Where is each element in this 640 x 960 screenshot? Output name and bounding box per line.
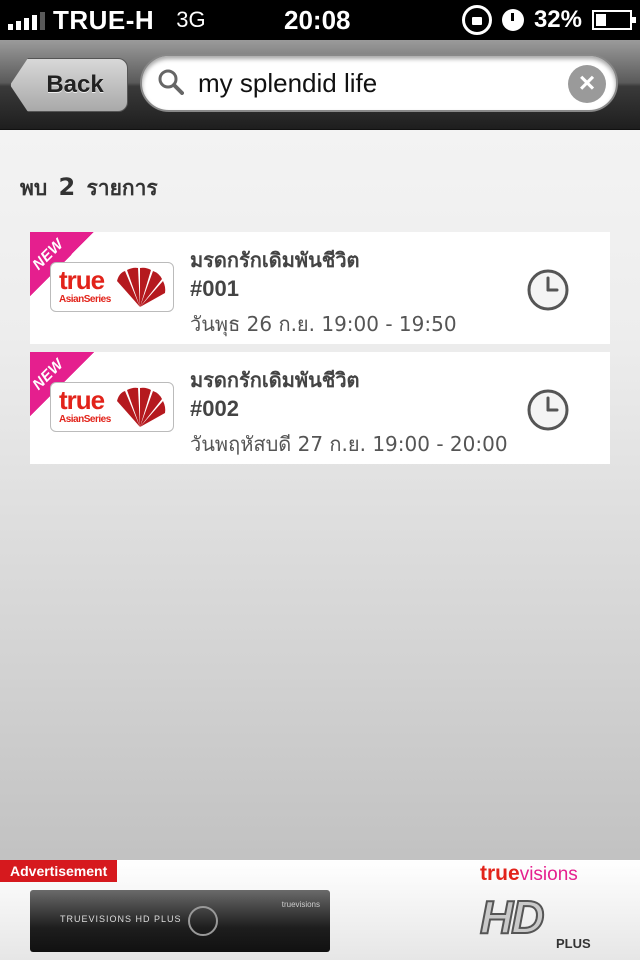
stb-brand-text: truevisions	[281, 900, 320, 909]
clear-icon[interactable]: ×	[568, 65, 606, 103]
network-type: 3G	[176, 7, 206, 32]
item-time: วันพฤหัสบดี 27 ก.ย. 19:00 - 20:00	[190, 432, 508, 456]
truevisions-logo-visions: visions	[519, 864, 578, 885]
channel-logo: true AsianSeries	[50, 262, 174, 312]
channel-fan-icon	[117, 267, 166, 307]
alarm-icon	[501, 9, 524, 31]
clock-icon[interactable]	[526, 388, 570, 432]
search-box[interactable]: ×	[140, 54, 618, 112]
channel-logo-text: true	[59, 385, 105, 415]
channel-logo-text: true	[59, 265, 105, 295]
channel-fan-icon	[117, 387, 166, 427]
status-bar: TRUE-H 3G 20:08 32%	[0, 0, 640, 40]
battery-icon	[592, 10, 636, 30]
rotation-lock-icon	[461, 5, 492, 35]
status-right-group: 32%	[461, 0, 636, 40]
item-title: มรดกรักเดิมพันชีวิต	[190, 368, 360, 392]
battery-percentage: 32%	[533, 6, 582, 33]
signal-icon	[8, 10, 45, 30]
result-count-suffix: รายการ	[86, 176, 158, 200]
channel-logo-sub: AsianSeries	[59, 414, 111, 425]
stb-dial	[188, 906, 218, 936]
list-item[interactable]: NEW true AsianSeries มรดกรักเดิมพันชีวิต…	[30, 232, 610, 344]
list-item[interactable]: NEW true AsianSeries มรดกรักเดิมพันชีวิต…	[30, 352, 610, 464]
result-count-number: 2	[58, 173, 76, 201]
status-time: 20:08	[284, 5, 351, 35]
carrier-name: TRUE-H	[53, 4, 155, 35]
clock-icon[interactable]	[526, 268, 570, 312]
truevisions-logo: truevisions	[480, 862, 578, 886]
back-button[interactable]: Back	[10, 58, 128, 112]
set-top-box-image: TRUEVISIONS HD PLUS truevisions	[30, 890, 330, 952]
result-count: พบ 2 รายการ	[20, 172, 158, 205]
result-count-prefix: พบ	[20, 176, 48, 200]
item-episode: #001	[190, 276, 239, 301]
ad-banner[interactable]: Advertisement TRUEVISIONS HD PLUS truevi…	[0, 860, 640, 960]
hd-plus-text: PLUS	[556, 936, 591, 951]
stb-model-text: TRUEVISIONS HD PLUS	[60, 914, 182, 924]
search-icon	[158, 69, 184, 95]
channel-logo: true AsianSeries	[50, 382, 174, 432]
truevisions-logo-true: true	[480, 862, 520, 885]
ad-label: Advertisement	[0, 860, 118, 882]
item-time: วันพุธ 26 ก.ย. 19:00 - 19:50	[190, 312, 457, 336]
search-input[interactable]	[198, 65, 558, 101]
item-title: มรดกรักเดิมพันชีวิต	[190, 248, 360, 272]
hd-logo: HD	[479, 890, 545, 944]
item-episode: #002	[190, 396, 239, 421]
nav-bar: Back ×	[0, 40, 640, 130]
battery-fill	[596, 14, 607, 26]
channel-logo-sub: AsianSeries	[59, 294, 111, 305]
result-list: NEW true AsianSeries มรดกรักเดิมพันชีวิต…	[30, 232, 610, 472]
